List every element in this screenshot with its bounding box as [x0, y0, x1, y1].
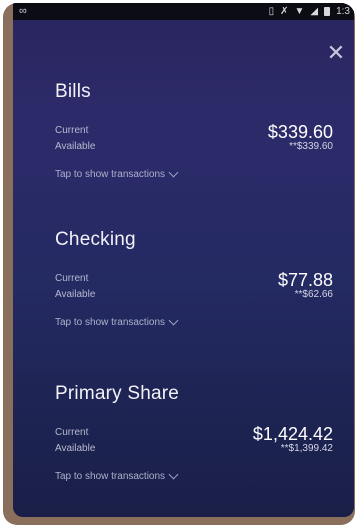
account-name: Primary Share: [55, 383, 180, 404]
status-bar: ∞ ▯ ✗ ▼ ◢ 1:3: [13, 3, 354, 20]
current-row: Current $77.88: [55, 270, 333, 290]
chevron-down-icon: [168, 167, 179, 178]
available-label: Available: [55, 289, 96, 300]
account-balances-screen: ∞ ▯ ✗ ▼ ◢ 1:3 ✕ Bills Current $339.60 Av…: [13, 3, 354, 517]
available-label: Available: [55, 443, 96, 454]
current-row: Current $339.60: [55, 122, 333, 142]
show-transactions-label: Tap to show transactions: [55, 471, 166, 482]
available-balance: **$1,399.42: [280, 443, 333, 454]
clock-text: 1:3: [336, 6, 350, 17]
available-row: Available **$62.66: [55, 289, 333, 305]
available-balance: **$339.60: [289, 141, 333, 152]
available-label: Available: [55, 141, 96, 152]
account-name: Bills: [55, 81, 91, 102]
current-balance: $77.88: [277, 270, 333, 290]
wifi-icon: ▼: [294, 6, 305, 17]
available-balance: **$62.66: [294, 289, 333, 300]
current-label: Current: [55, 125, 89, 136]
show-transactions-toggle[interactable]: Tap to show transactions: [55, 167, 333, 180]
account-card-bills: Bills Current $339.60 Available **$339.6…: [55, 81, 333, 180]
current-label: Current: [55, 427, 89, 438]
vibrate-icon: ▯: [268, 6, 275, 17]
current-balance: $339.60: [267, 122, 333, 142]
show-transactions-label: Tap to show transactions: [55, 317, 166, 328]
chevron-down-icon: [168, 469, 179, 480]
show-transactions-label: Tap to show transactions: [55, 169, 166, 180]
available-row: Available **$1,399.42: [55, 443, 333, 459]
account-card-primary-share: Primary Share Current $1,424.42 Availabl…: [55, 383, 333, 482]
available-row: Available **$339.60: [55, 141, 333, 157]
status-icons: ▯ ✗ ▼ ◢ 1:3: [269, 6, 350, 17]
show-transactions-toggle[interactable]: Tap to show transactions: [55, 315, 333, 328]
signal-icon: ◢: [310, 6, 319, 17]
current-row: Current $1,424.42: [55, 424, 333, 444]
account-card-checking: Checking Current $77.88 Available **$62.…: [55, 229, 333, 328]
current-balance: $1,424.42: [252, 424, 333, 444]
current-label: Current: [55, 273, 89, 284]
show-transactions-toggle[interactable]: Tap to show transactions: [55, 469, 333, 482]
chevron-down-icon: [168, 315, 179, 326]
close-icon[interactable]: ✕: [326, 42, 346, 64]
battery-icon: [324, 7, 331, 16]
link-icon: ∞: [19, 5, 27, 17]
mute-icon: ✗: [280, 6, 289, 17]
account-name: Checking: [55, 229, 136, 250]
device-frame: ∞ ▯ ✗ ▼ ◢ 1:3 ✕ Bills Current $339.60 Av…: [3, 3, 355, 525]
